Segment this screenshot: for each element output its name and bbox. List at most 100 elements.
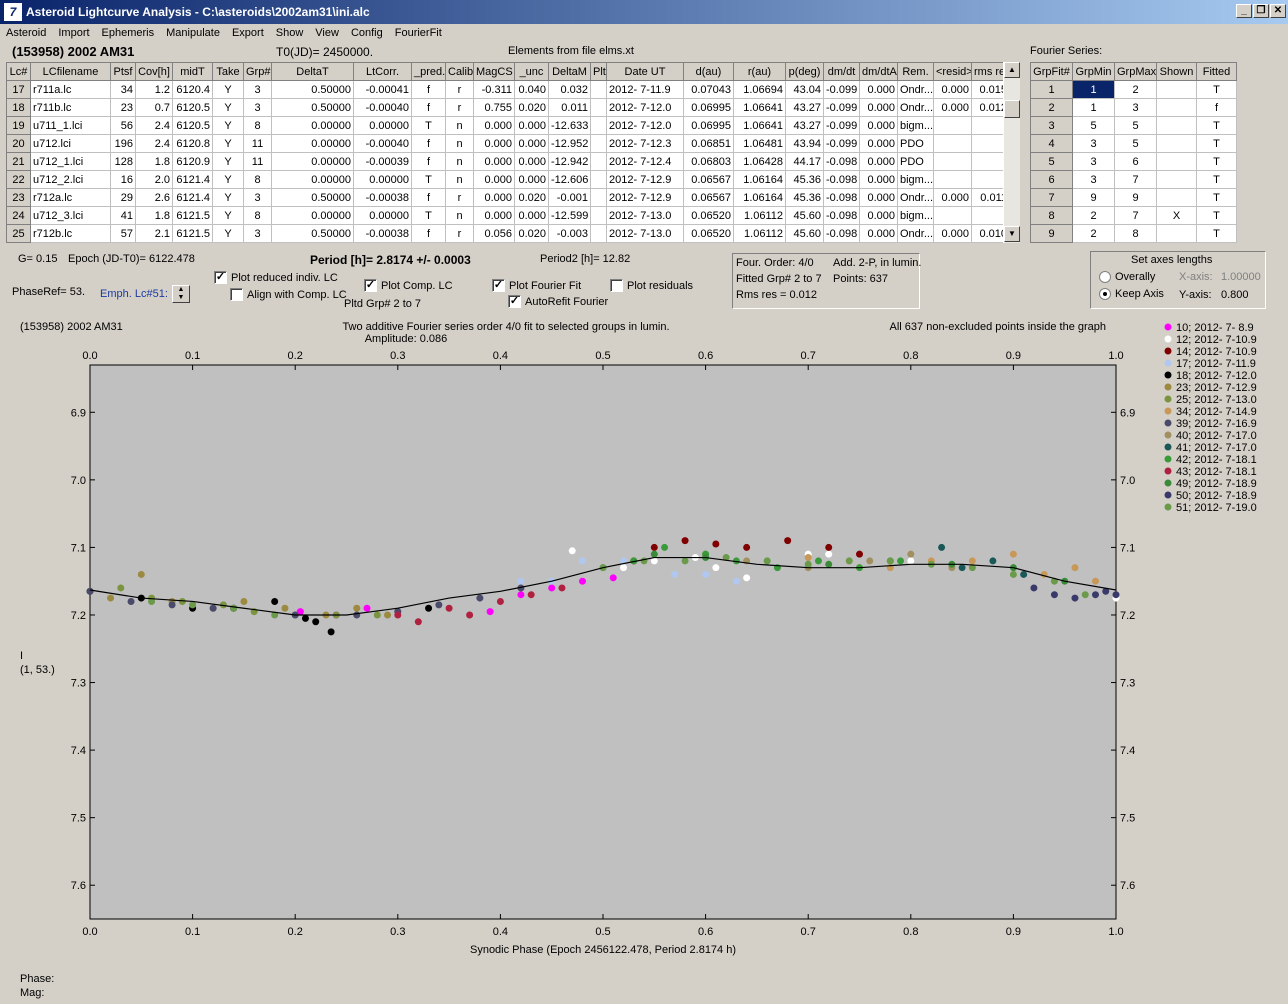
fourier-cell[interactable]: 3 xyxy=(1072,134,1115,153)
fourier-table-row[interactable]: 827XT xyxy=(1030,206,1237,225)
fourier-cell[interactable]: T xyxy=(1196,170,1237,189)
lc-table-scrollbar[interactable]: ▲ ▼ xyxy=(1003,62,1020,243)
fourier-cell[interactable]: 5 xyxy=(1114,116,1157,135)
lc-cell[interactable]: 6121.5 xyxy=(172,206,213,225)
lightcurve-table[interactable]: Lc# LCfilename Ptsf Cov[h] midT Take Grp# Delta… xyxy=(6,62,1010,243)
scroll-down-arrow-icon[interactable]: ▼ xyxy=(1004,226,1020,242)
lc-cell[interactable]: 6121.4 xyxy=(172,170,213,189)
lc-cell[interactable]: Y xyxy=(212,170,244,189)
fourier-series-table[interactable]: GrpFit# GrpMin GrpMax Shown Fitted 112T213f3… xyxy=(1030,62,1237,243)
lc-cell[interactable]: 43.94 xyxy=(785,134,824,153)
lc-row-header[interactable]: 24 xyxy=(6,206,31,225)
plot-svg[interactable]: 0.0 0.0 0.1 0.1 0.2 0.2 0.3 0.3 0.4 0.4 0.5 0.5 0.6 0… xyxy=(6,315,1282,969)
lc-cell[interactable] xyxy=(933,134,972,153)
lc-cell[interactable]: bigm... xyxy=(897,206,934,225)
fourier-table-row[interactable]: 213 f xyxy=(1030,98,1237,117)
fourier-table-row[interactable]: 112T xyxy=(1030,80,1237,99)
autorefit-checkbox[interactable]: ✓ AutoRefit Fourier xyxy=(508,295,608,308)
lc-row-header[interactable]: 19 xyxy=(6,116,31,135)
fourier-cell[interactable]: 2 xyxy=(1114,80,1157,99)
lc-cell[interactable]: u711_1.lci xyxy=(30,116,111,135)
lc-row-header[interactable]: 17 xyxy=(6,80,31,99)
lc-cell[interactable]: -0.098 xyxy=(823,224,860,243)
fourier-cell[interactable]: 5 xyxy=(1114,134,1157,153)
lc-cell[interactable]: 23 xyxy=(110,98,136,117)
lc-cell[interactable]: 0.50000 xyxy=(271,224,354,243)
lc-cell[interactable]: r712a.lc xyxy=(30,188,111,207)
lc-cell[interactable]: 2012- 7-13.0 xyxy=(606,224,684,243)
lc-cell[interactable]: n xyxy=(445,206,474,225)
lc-cell[interactable]: 0.000 xyxy=(933,98,972,117)
lc-cell[interactable]: 0.00000 xyxy=(353,206,412,225)
lc-cell[interactable]: 2012- 7-11.9 xyxy=(606,80,684,99)
lc-cell[interactable]: -0.00038 xyxy=(353,224,412,243)
fourier-col-header[interactable]: GrpMax xyxy=(1114,62,1157,81)
fourier-cell[interactable]: T xyxy=(1196,116,1237,135)
lc-cell[interactable]: -0.00038 xyxy=(353,188,412,207)
fourier-cell[interactable]: 6 xyxy=(1114,152,1157,171)
lc-cell[interactable] xyxy=(590,116,607,135)
lc-cell[interactable]: 6120.8 xyxy=(172,134,213,153)
lc-col-header[interactable]: LCfilename xyxy=(30,62,111,81)
fourier-table-row[interactable]: 799T xyxy=(1030,188,1237,207)
lc-cell[interactable]: 0.06567 xyxy=(683,170,734,189)
menu-item-export[interactable]: Export xyxy=(226,25,270,41)
fourier-table-row[interactable]: 355T xyxy=(1030,116,1237,135)
lc-table-row[interactable]: 17 r711a.lc 34 1.2 6120.4 Y 3 0.50000 -0.00041 f r… xyxy=(6,80,1010,99)
lc-cell[interactable]: 2012- 7-12.0 xyxy=(606,98,684,117)
lc-cell[interactable]: 1.2 xyxy=(135,80,173,99)
fourier-cell[interactable]: 1 xyxy=(1072,98,1115,117)
lc-cell[interactable]: 2012- 7-12.9 xyxy=(606,188,684,207)
lc-cell[interactable]: 0.755 xyxy=(473,98,515,117)
menu-item-asteroid[interactable]: Asteroid xyxy=(0,25,52,41)
lc-cell[interactable]: 1.06164 xyxy=(733,188,786,207)
lc-col-header[interactable]: Cov[h] xyxy=(135,62,173,81)
align-comp-checkbox[interactable]: Align with Comp. LC xyxy=(230,288,347,301)
lc-cell[interactable] xyxy=(590,188,607,207)
scroll-up-arrow-icon[interactable]: ▲ xyxy=(1004,62,1020,78)
lc-cell[interactable]: u712_1.lci xyxy=(30,152,111,171)
fourier-cell[interactable]: 1 xyxy=(1072,80,1115,99)
lc-row-header[interactable]: 18 xyxy=(6,98,31,117)
lc-cell[interactable] xyxy=(933,170,972,189)
lc-cell[interactable]: f xyxy=(411,188,446,207)
menu-item-import[interactable]: Import xyxy=(52,25,95,41)
lc-cell[interactable]: -12.599 xyxy=(548,206,591,225)
lc-cell[interactable]: 0.040 xyxy=(514,80,549,99)
lc-cell[interactable]: 41 xyxy=(110,206,136,225)
lc-cell[interactable]: r711a.lc xyxy=(30,80,111,99)
lc-cell[interactable]: Y xyxy=(212,134,244,153)
lc-cell[interactable]: -0.098 xyxy=(823,188,860,207)
menu-item-manipulate[interactable]: Manipulate xyxy=(160,25,226,41)
lc-cell[interactable] xyxy=(933,206,972,225)
lc-cell[interactable]: 8 xyxy=(243,170,272,189)
fourier-table-row[interactable]: 637 T xyxy=(1030,170,1237,189)
emph-spinner[interactable]: ▲ ▼ xyxy=(172,285,190,303)
fourier-cell[interactable]: 8 xyxy=(1114,224,1157,243)
lc-cell[interactable]: r xyxy=(445,80,474,99)
lc-cell[interactable]: n xyxy=(445,134,474,153)
lc-col-header[interactable]: DeltaM xyxy=(548,62,591,81)
lc-cell[interactable]: 0.000 xyxy=(473,188,515,207)
menu-item-view[interactable]: View xyxy=(309,25,345,41)
fourier-cell[interactable]: T xyxy=(1196,152,1237,171)
lc-cell[interactable]: 0.00000 xyxy=(353,170,412,189)
lc-cell[interactable]: T xyxy=(411,206,446,225)
lc-cell[interactable]: 0.000 xyxy=(933,80,972,99)
menu-item-fourierfit[interactable]: FourierFit xyxy=(389,25,448,41)
fourier-table-row[interactable]: 928 T xyxy=(1030,224,1237,243)
fourier-cell[interactable]: 2 xyxy=(1072,206,1115,225)
lc-col-header[interactable]: MagCS xyxy=(473,62,515,81)
lc-cell[interactable]: 0.00000 xyxy=(271,116,354,135)
fourier-cell[interactable]: X xyxy=(1156,206,1197,225)
lc-cell[interactable]: 0.000 xyxy=(473,206,515,225)
plot-fourier-checkbox[interactable]: ✓ Plot Fourier Fit xyxy=(492,279,581,292)
lc-cell[interactable]: 45.60 xyxy=(785,206,824,225)
lc-cell[interactable]: 0.000 xyxy=(514,206,549,225)
lc-cell[interactable]: 11 xyxy=(243,152,272,171)
fourier-cell[interactable] xyxy=(1156,188,1197,207)
fourier-row-header[interactable]: 5 xyxy=(1030,152,1073,171)
fourier-row-header[interactable]: 8 xyxy=(1030,206,1073,225)
lc-cell[interactable]: -0.00040 xyxy=(353,98,412,117)
lc-cell[interactable]: 1.8 xyxy=(135,206,173,225)
